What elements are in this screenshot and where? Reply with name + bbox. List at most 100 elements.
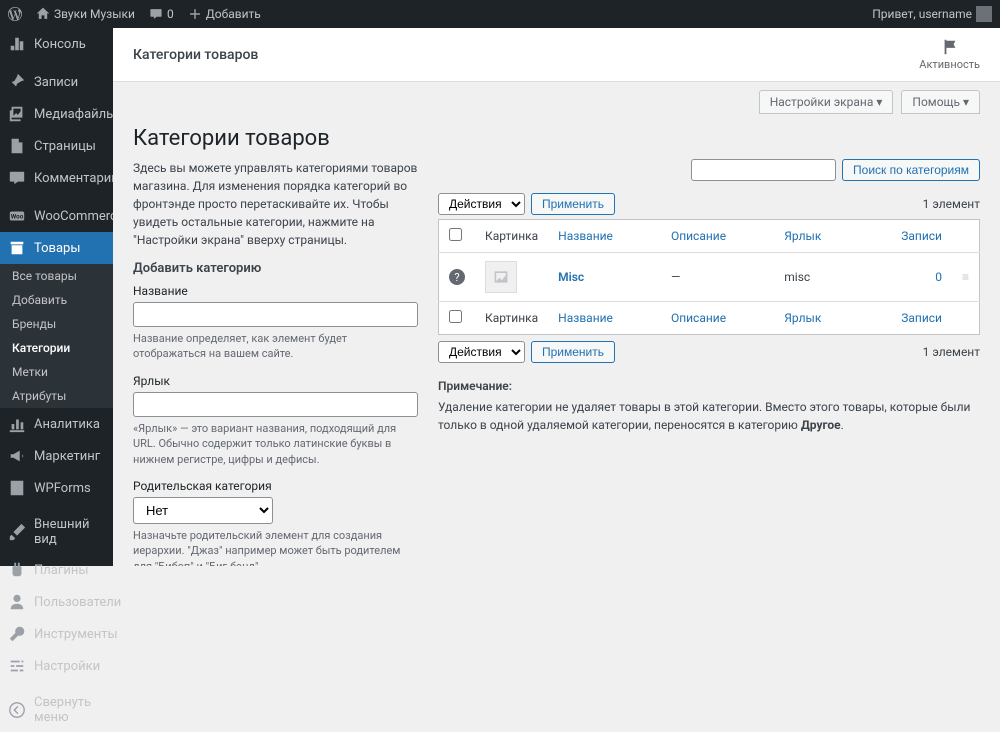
menu-plugins[interactable]: Плагины xyxy=(0,554,113,586)
flag-icon xyxy=(941,38,959,56)
media-icon xyxy=(8,105,26,123)
select-all-bottom[interactable] xyxy=(449,310,462,323)
submenu-attributes[interactable]: Атрибуты xyxy=(0,384,113,408)
col-name-foot[interactable]: Название xyxy=(558,311,613,325)
col-image-foot: Картинка xyxy=(475,302,548,335)
plugin-icon xyxy=(8,561,26,579)
woo-icon: Woo xyxy=(8,207,26,225)
menu-appearance[interactable]: Внешний вид xyxy=(0,510,113,554)
menu-pages[interactable]: Страницы xyxy=(0,130,113,162)
search-input[interactable] xyxy=(691,159,836,181)
slug-input[interactable] xyxy=(133,392,418,417)
submenu-brands[interactable]: Бренды xyxy=(0,312,113,336)
bulk-actions-select-bottom[interactable]: Действия xyxy=(438,341,525,363)
search-button[interactable]: Поиск по категориям xyxy=(842,159,980,181)
submenu-all-products[interactable]: Все товары xyxy=(0,264,113,288)
avatar xyxy=(976,6,992,22)
wp-logo[interactable] xyxy=(8,7,22,21)
table-column: Поиск по категориям Действия Применить 1… xyxy=(438,159,980,566)
drag-handle-icon[interactable]: ≡ xyxy=(962,270,969,284)
collapse-icon xyxy=(8,701,26,719)
intro-text: Здесь вы можете управлять категориями то… xyxy=(133,159,418,249)
items-count-top: 1 элемент xyxy=(923,197,980,211)
submenu-add[interactable]: Добавить xyxy=(0,288,113,312)
name-desc: Название определяет, как элемент будет о… xyxy=(133,331,418,362)
menu-media[interactable]: Медиафайлы xyxy=(0,98,113,130)
menu-posts[interactable]: Записи xyxy=(0,66,113,98)
thumbnail-placeholder xyxy=(485,261,517,293)
header-title: Категории товаров xyxy=(133,47,258,63)
wrench-icon xyxy=(8,625,26,643)
add-category-heading: Добавить категорию xyxy=(133,261,418,276)
col-slug-foot[interactable]: Ярлык xyxy=(784,311,821,325)
chart-icon xyxy=(8,415,26,433)
comment-icon xyxy=(8,169,26,187)
note-block: Примечание: Удаление категории не удаляе… xyxy=(438,377,980,434)
admin-sidebar: Консоль Записи Медиафайлы Страницы Комме… xyxy=(0,28,113,566)
col-name-head[interactable]: Название xyxy=(558,229,613,243)
menu-collapse[interactable]: Свернуть меню xyxy=(0,688,113,732)
items-count-bottom: 1 элемент xyxy=(923,345,980,359)
bulk-actions-select-top[interactable]: Действия xyxy=(438,193,525,215)
col-count-foot[interactable]: Записи xyxy=(901,311,942,325)
col-slug-head[interactable]: Ярлык xyxy=(784,229,821,243)
slug-desc: «Ярлык» — это вариант названия, подходящ… xyxy=(133,421,418,467)
help-badge[interactable]: ? xyxy=(449,269,465,285)
user-greeting[interactable]: Привет, username xyxy=(872,6,992,22)
menu-settings[interactable]: Настройки xyxy=(0,650,113,682)
menu-users[interactable]: Пользователи xyxy=(0,586,113,618)
col-count-head[interactable]: Записи xyxy=(901,229,942,243)
menu-dashboard[interactable]: Консоль xyxy=(0,28,113,60)
apply-button-bottom[interactable]: Применить xyxy=(531,341,615,363)
submenu-tags[interactable]: Метки xyxy=(0,360,113,384)
menu-woocommerce[interactable]: WooWooCommerce xyxy=(0,200,113,232)
screen-options-tab[interactable]: Настройки экрана ▾ xyxy=(759,90,894,114)
form-column: Здесь вы можете управлять категориями то… xyxy=(133,159,418,566)
activity-button[interactable]: Активность xyxy=(919,38,980,71)
apply-button-top[interactable]: Применить xyxy=(531,193,615,215)
page-header-bar: Категории товаров Активность xyxy=(113,28,1000,82)
wordpress-icon xyxy=(8,7,22,21)
parent-label: Родительская категория xyxy=(133,479,418,493)
col-desc-head[interactable]: Описание xyxy=(671,229,726,243)
menu-wpforms[interactable]: WPForms xyxy=(0,472,113,504)
pin-icon xyxy=(8,73,26,91)
menu-products[interactable]: Товары xyxy=(0,232,113,264)
select-all-top[interactable] xyxy=(449,228,462,241)
add-new-link[interactable]: Добавить xyxy=(188,7,261,21)
dashboard-icon xyxy=(8,35,26,53)
name-label: Название xyxy=(133,284,418,298)
menu-comments[interactable]: Комментарии xyxy=(0,162,113,194)
row-count-link[interactable]: 0 xyxy=(870,270,942,284)
comments-link[interactable]: 0 xyxy=(149,7,174,21)
home-icon xyxy=(36,7,50,21)
menu-marketing[interactable]: Маркетинг xyxy=(0,440,113,472)
col-desc-foot[interactable]: Описание xyxy=(671,311,726,325)
archive-icon xyxy=(8,239,26,257)
table-row: ? Misc — misc 0 ≡ xyxy=(439,253,980,302)
plus-icon xyxy=(188,7,202,21)
comment-icon xyxy=(149,7,163,21)
brush-icon xyxy=(8,523,26,541)
row-slug: misc xyxy=(774,253,860,302)
row-name-link[interactable]: Misc xyxy=(558,270,584,284)
menu-analytics[interactable]: Аналитика xyxy=(0,408,113,440)
help-tab[interactable]: Помощь ▾ xyxy=(901,90,980,114)
megaphone-icon xyxy=(8,447,26,465)
slug-label: Ярлык xyxy=(133,374,418,388)
svg-text:Woo: Woo xyxy=(11,213,24,221)
submenu-categories[interactable]: Категории xyxy=(0,336,113,360)
page-title: Категории товаров xyxy=(133,126,980,151)
parent-desc: Назначьте родительский элемент для созда… xyxy=(133,528,418,566)
site-link[interactable]: Звуки Музыки xyxy=(36,7,135,21)
col-image-head: Картинка xyxy=(475,220,548,253)
sliders-icon xyxy=(8,657,26,675)
form-icon xyxy=(8,479,26,497)
menu-tools[interactable]: Инструменты xyxy=(0,618,113,650)
admin-toolbar: Звуки Музыки 0 Добавить Привет, username xyxy=(0,0,1000,28)
user-icon xyxy=(8,593,26,611)
row-desc: — xyxy=(661,253,774,302)
name-input[interactable] xyxy=(133,302,418,327)
parent-select[interactable]: Нет xyxy=(133,497,273,524)
image-icon xyxy=(493,269,509,285)
